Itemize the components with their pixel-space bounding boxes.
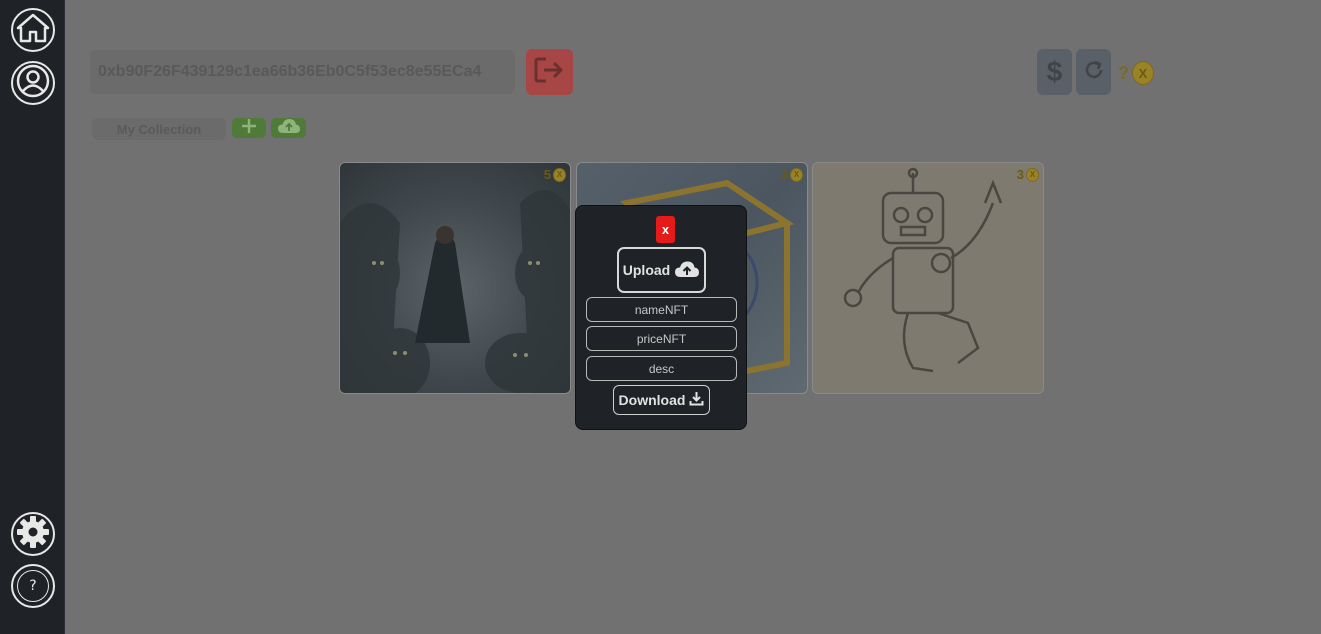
download-button[interactable]: Download (613, 385, 710, 415)
cloud-upload-icon (277, 118, 301, 139)
nft-card[interactable]: 5 X (339, 162, 571, 394)
close-button[interactable]: x (656, 216, 675, 243)
coin-icon: X (790, 167, 803, 182)
nft-price-value: 3 (780, 167, 788, 182)
upload-label: Upload (622, 262, 671, 278)
nft-price-value: 5 (543, 167, 551, 182)
sign-out-icon (534, 56, 566, 89)
download-label: Download (618, 392, 686, 408)
profile-button[interactable] (11, 61, 55, 105)
home-button[interactable] (11, 8, 55, 52)
nft-name-input[interactable] (586, 297, 737, 322)
user-circle-icon (16, 64, 50, 103)
dollar-icon: $ (1046, 56, 1063, 87)
nft-price: 3 X (781, 167, 803, 182)
logout-button[interactable] (526, 49, 573, 95)
nft-price-value: 3 (1016, 167, 1024, 182)
nft-price-input[interactable] (586, 326, 737, 351)
help-button[interactable]: ? (11, 564, 55, 608)
nft-image-ghouls (340, 190, 570, 393)
tab-my-collection[interactable]: My Collection (92, 118, 226, 140)
cloud-upload-icon (674, 260, 700, 281)
wallet-address: 0xb90F26F439129c1ea66b36Eb0C5f53ec8e55EC… (90, 50, 515, 94)
nft-price: 5 X (544, 167, 566, 182)
coin-icon: X (553, 167, 566, 182)
upload-image-button[interactable]: Upload (617, 247, 706, 293)
upload-nft-button[interactable] (271, 118, 306, 138)
home-icon (16, 13, 50, 48)
nft-desc-input[interactable] (586, 356, 737, 381)
nft-image-robot (843, 167, 1003, 373)
download-icon (689, 391, 704, 409)
balance-value: ? (1118, 62, 1129, 83)
token-balance: ? X (1118, 60, 1154, 86)
add-nft-button[interactable] (232, 118, 266, 138)
nft-card[interactable]: 3 X (812, 162, 1044, 394)
refresh-icon (1083, 59, 1105, 86)
refresh-balance-button[interactable] (1076, 49, 1111, 95)
plus-icon (241, 118, 257, 139)
coin-icon: X (1132, 61, 1154, 85)
upload-nft-modal: x Upload Download (575, 205, 747, 430)
help-icon: ? (17, 570, 49, 602)
nft-price: 3 X (1017, 167, 1039, 182)
sidebar: ? (0, 0, 65, 634)
buy-tokens-button[interactable]: $ (1037, 49, 1072, 95)
settings-button[interactable] (11, 512, 55, 556)
gear-icon (16, 515, 50, 554)
coin-icon: X (1026, 167, 1039, 182)
